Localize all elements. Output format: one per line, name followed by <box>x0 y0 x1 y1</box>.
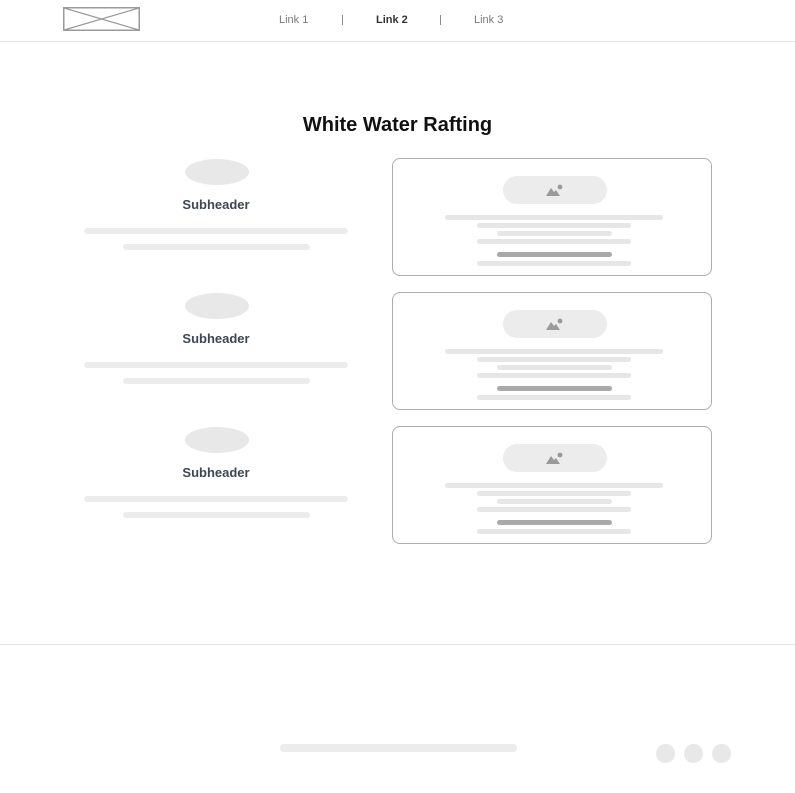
image-placeholder-icon <box>546 184 563 196</box>
link-line-placeholder[interactable] <box>497 520 612 525</box>
text-line-placeholder <box>497 499 612 504</box>
feature-item: Subheader <box>84 427 348 537</box>
text-line-placeholder <box>445 215 663 220</box>
feature-subheader: Subheader <box>182 465 250 480</box>
feature-subheader: Subheader <box>182 331 250 346</box>
text-line-placeholder <box>445 349 663 354</box>
content-card[interactable] <box>392 292 712 410</box>
text-line-placeholder <box>477 395 631 400</box>
footer-text-placeholder <box>280 744 517 752</box>
text-line-placeholder <box>445 483 663 488</box>
text-line-placeholder <box>123 512 310 518</box>
feature-icon-placeholder <box>185 427 249 453</box>
social-icon[interactable] <box>656 744 675 763</box>
text-line-placeholder <box>477 491 631 496</box>
text-line-placeholder <box>477 357 631 362</box>
page-title: White Water Rafting <box>302 114 493 136</box>
nav-link-2[interactable]: Link 2 <box>376 14 408 26</box>
text-line-placeholder <box>123 244 310 250</box>
text-line-placeholder <box>477 529 631 534</box>
logo-placeholder-icon[interactable] <box>63 7 140 31</box>
text-line-placeholder <box>123 378 310 384</box>
image-placeholder-icon <box>546 318 563 330</box>
text-line-placeholder <box>84 362 348 368</box>
text-line-placeholder <box>477 261 631 266</box>
text-line-placeholder <box>477 239 631 244</box>
image-placeholder <box>503 310 607 338</box>
content-card[interactable] <box>392 158 712 276</box>
footer-divider <box>0 644 795 645</box>
text-line-placeholder <box>477 223 631 228</box>
nav-divider <box>342 15 343 25</box>
link-line-placeholder[interactable] <box>497 252 612 257</box>
text-line-placeholder <box>497 231 612 236</box>
nav-link-1[interactable]: Link 1 <box>279 14 308 26</box>
feature-item: Subheader <box>84 293 348 403</box>
nav-divider <box>440 15 441 25</box>
feature-item: Subheader <box>84 159 348 269</box>
link-line-placeholder[interactable] <box>497 386 612 391</box>
text-line-placeholder <box>477 373 631 378</box>
content-card[interactable] <box>392 426 712 544</box>
image-placeholder <box>503 444 607 472</box>
social-icon[interactable] <box>684 744 703 763</box>
social-icon[interactable] <box>712 744 731 763</box>
feature-subheader: Subheader <box>182 197 250 212</box>
top-navigation-bar: Link 1 Link 2 Link 3 <box>0 0 795 42</box>
image-placeholder-icon <box>546 452 563 464</box>
text-line-placeholder <box>84 228 348 234</box>
text-line-placeholder <box>497 365 612 370</box>
nav-link-3[interactable]: Link 3 <box>474 14 503 26</box>
image-placeholder <box>503 176 607 204</box>
text-line-placeholder <box>477 507 631 512</box>
feature-icon-placeholder <box>185 293 249 319</box>
feature-icon-placeholder <box>185 159 249 185</box>
text-line-placeholder <box>84 496 348 502</box>
